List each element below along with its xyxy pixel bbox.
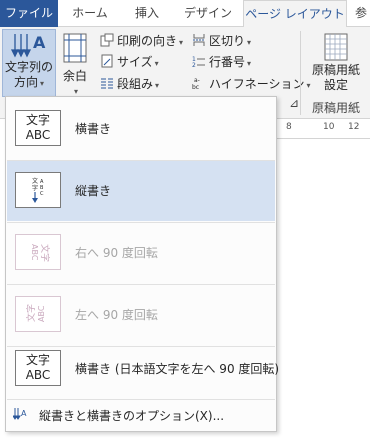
chevron-down-icon: ▾	[40, 79, 45, 88]
menu-item-horizontal[interactable]: 文字 ABC 横書き	[7, 99, 275, 159]
svg-text:ABC: ABC	[37, 305, 46, 322]
manuscript-label-2: 設定	[323, 78, 348, 92]
options-label: 縦書きと横書きのオプション(X)...	[39, 409, 225, 423]
hyphenation-button[interactable]: a-bc ハイフネーション ▾	[192, 74, 311, 94]
text-direction-options-icon: A	[13, 408, 27, 420]
chevron-down-icon: ▾	[154, 59, 159, 68]
breaks-icon	[193, 34, 205, 46]
text-direction-menu: 文字 ABC 横書き 文 字 A B C 縦書き 文字 ABC 右へ 90 度回…	[5, 96, 279, 432]
dialog-launcher-icon[interactable]: ⊿	[289, 96, 299, 110]
menu-item-rotate-left: 文字 ABC 左へ 90 度回転	[7, 285, 275, 345]
tab-file[interactable]: ファイル	[0, 0, 58, 27]
line-numbers-icon: 12	[192, 56, 205, 68]
chevron-down-icon: ▾	[247, 38, 252, 47]
svg-text:bc: bc	[192, 84, 199, 90]
ruler-number: 8	[286, 122, 292, 132]
svg-text:文字: 文字	[25, 304, 37, 322]
menu-item-rotate-right: 文字 ABC 右へ 90 度回転	[7, 223, 275, 283]
menu-item-label: 右へ 90 度回転	[75, 246, 158, 260]
ribbon-tab-bar: ファイル ホーム 挿入 デザイン ページ レイアウト 参	[0, 0, 370, 28]
chevron-down-icon: ▾	[247, 59, 252, 68]
group-separator	[300, 31, 301, 115]
orientation-button[interactable]: 印刷の向き ▾	[100, 31, 183, 51]
page-size-icon	[101, 54, 113, 68]
vertical-text-icon: 文 字 A B C	[15, 172, 61, 208]
menu-item-vertical[interactable]: 文 字 A B C 縦書き	[7, 161, 275, 221]
line-numbers-button[interactable]: 1 2 行番号 ▾	[192, 52, 251, 72]
horizontal-ruler: 8 10 12	[272, 119, 370, 139]
svg-text:C: C	[40, 191, 44, 197]
rotate-left-text-icon: 文字 ABC	[15, 296, 61, 332]
svg-text:A: A	[21, 409, 27, 418]
menu-item-label: 左へ 90 度回転	[75, 308, 158, 322]
menu-item-label: 横書き	[75, 122, 112, 136]
menu-item-label: 縦書き	[75, 184, 112, 198]
hyphenation-icon: a-bc	[192, 77, 200, 90]
text-direction-label-2: 方向 ▾	[13, 75, 45, 89]
svg-text:a-: a-	[194, 77, 200, 84]
columns-icon	[101, 78, 113, 89]
text-direction-button[interactable]: A 文字列の 方向 ▾	[2, 29, 56, 97]
manuscript-settings-button[interactable]: 原稿用紙 設定	[306, 29, 366, 93]
rotate-right-text-icon: 文字 ABC	[15, 234, 61, 270]
menu-item-horizontal-rotate-asian[interactable]: 文字 ABC 横書き (日本語文字を左へ 90 度回転)	[7, 339, 279, 399]
margins-icon	[63, 33, 87, 63]
horizontal-rotated-asian-icon: 文字 ABC	[15, 350, 61, 386]
size-button[interactable]: サイズ ▾	[100, 52, 159, 72]
svg-text:文: 文	[32, 177, 38, 185]
tab-page-layout[interactable]: ページ レイアウト	[243, 0, 347, 28]
text-direction-label-1: 文字列の	[4, 60, 53, 74]
svg-text:字: 字	[32, 184, 38, 192]
ruler-number: 12	[348, 122, 360, 132]
breaks-button[interactable]: 区切り ▾	[192, 31, 251, 51]
margins-button[interactable]: 余白 ▾	[58, 29, 92, 97]
menu-separator	[7, 399, 275, 400]
chevron-down-icon: ▾	[179, 38, 184, 47]
manuscript-label-1: 原稿用紙	[311, 63, 360, 77]
chevron-down-icon: ▾	[155, 81, 160, 90]
tab-references-partial[interactable]: 参	[352, 0, 370, 27]
menu-item-label: 横書き (日本語文字を左へ 90 度回転)	[75, 362, 280, 376]
margins-label: 余白	[62, 69, 87, 83]
manuscript-group-label: 原稿用紙	[312, 101, 361, 115]
text-direction-icon: A	[10, 33, 46, 58]
horizontal-text-icon: 文字 ABC	[15, 110, 61, 146]
tab-design[interactable]: デザイン	[176, 0, 240, 27]
svg-text:2: 2	[192, 62, 196, 68]
svg-text:文字: 文字	[39, 244, 51, 262]
svg-text:ABC: ABC	[30, 244, 39, 261]
ruler-number: 10	[323, 122, 335, 132]
manuscript-paper-icon	[324, 33, 348, 61]
text-direction-options-link[interactable]: A 縦書きと横書きのオプション(X)...	[7, 401, 275, 427]
svg-text:A: A	[33, 33, 46, 52]
columns-button[interactable]: 段組み ▾	[100, 74, 159, 94]
orientation-icon	[100, 33, 114, 47]
tab-home[interactable]: ホーム	[62, 0, 118, 27]
tab-insert[interactable]: 挿入	[122, 0, 172, 27]
document-area[interactable]	[272, 140, 370, 440]
